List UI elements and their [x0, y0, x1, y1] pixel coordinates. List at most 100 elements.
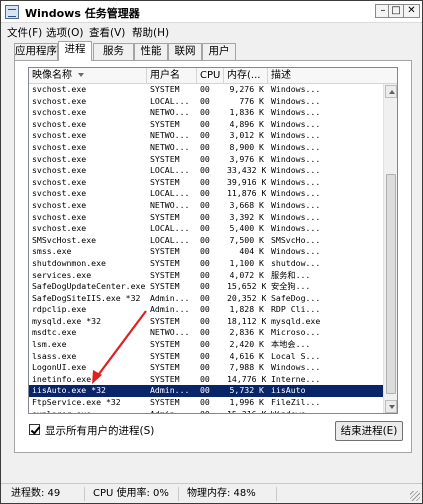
scrollbar-thumb[interactable] — [386, 174, 396, 394]
tab-applications[interactable]: 应用程序 — [14, 43, 58, 60]
process-row[interactable]: svchost.exe SYSTEM 00 4,896 K Windows... — [29, 119, 383, 131]
process-image-name: FtpService.exe *32 — [32, 397, 121, 408]
process-row[interactable]: mysqld.exe *32 SYSTEM 00 18,112 K mysqld.exe — [29, 316, 383, 328]
process-image-name: SafeDogUpdateCenter.exe — [32, 281, 146, 292]
resize-grip-icon[interactable] — [410, 491, 420, 501]
process-memory: 33,432 K — [227, 165, 266, 176]
process-row[interactable]: lsass.exe SYSTEM 00 4,616 K Local S... — [29, 351, 383, 363]
process-memory: 11,876 K — [227, 188, 266, 199]
process-row[interactable]: rdpclip.exe Admin... 00 1,828 K RDP Cli... — [29, 304, 383, 316]
process-row[interactable]: iisAuto.exe *32 Admin... 00 5,732 K iisAuto — [29, 385, 383, 398]
column-header-memory[interactable]: 内存(... — [224, 68, 268, 84]
process-user: SYSTEM — [150, 339, 180, 350]
process-image-name: svchost.exe — [32, 223, 87, 234]
column-header-user[interactable]: 用户名 — [147, 68, 197, 84]
process-cpu: 00 — [200, 397, 210, 408]
process-user: SYSTEM — [150, 269, 180, 280]
vertical-scrollbar[interactable] — [383, 84, 397, 413]
menu-view[interactable]: 查看(V) — [89, 25, 125, 40]
process-image-name: shutdownmon.exe — [32, 257, 106, 268]
process-memory: 20,352 K — [227, 292, 266, 303]
column-header-image-name[interactable]: 映像名称 — [29, 68, 147, 84]
tab-processes[interactable]: 进程 — [58, 41, 92, 61]
process-image-name: svchost.exe — [32, 107, 87, 118]
end-process-button[interactable]: 结束进程(E) — [335, 421, 403, 441]
process-row[interactable]: SafeDogUpdateCenter.exe SYSTEM 00 15,652 K 安… — [29, 281, 383, 293]
process-cpu: 00 — [200, 269, 210, 280]
process-row[interactable]: FtpService.exe *32 SYSTEM 00 1,996 K FileZil… — [29, 397, 383, 409]
process-row[interactable]: svchost.exe LOCAL... 00 11,876 K Windows... — [29, 188, 383, 200]
column-header-cpu[interactable]: CPU — [197, 68, 224, 84]
scroll-up-arrow-icon[interactable] — [385, 85, 397, 98]
process-memory: 1,100 K — [229, 257, 264, 268]
process-description: Windows... — [271, 199, 321, 210]
process-row[interactable]: shutdownmon.exe SYSTEM 00 1,100 K shutdow... — [29, 258, 383, 270]
process-user: SYSTEM — [150, 257, 180, 268]
process-row[interactable]: SafeDogSiteIIS.exe *32 Admin... 00 20,352 K… — [29, 293, 383, 305]
process-memory: 2,836 K — [229, 327, 264, 338]
process-list[interactable]: 映像名称 用户名 CPU 内存(... 描述 svchost.exe SYSTEM… — [28, 67, 398, 414]
process-user: NETWO... — [150, 199, 190, 210]
process-user: Admin... — [150, 385, 190, 396]
tab-networking[interactable]: 联网 — [168, 43, 202, 60]
process-user: SYSTEM — [150, 211, 180, 222]
process-image-name: svchost.exe — [32, 176, 87, 187]
process-row[interactable]: inetinfo.exe SYSTEM 00 14,776 K Interne... — [29, 374, 383, 386]
process-image-name: inetinfo.exe — [32, 373, 92, 384]
process-row[interactable]: svchost.exe SYSTEM 00 3,392 K Windows... — [29, 212, 383, 224]
process-memory: 18,112 K — [227, 315, 266, 326]
process-memory: 3,012 K — [229, 130, 264, 141]
process-row[interactable]: explorer.exe Admin... 00 15,316 K Windows... — [29, 409, 383, 413]
process-row[interactable]: smss.exe SYSTEM 00 404 K Windows... — [29, 246, 383, 258]
process-row[interactable]: services.exe SYSTEM 00 4,072 K 服务和... — [29, 270, 383, 282]
process-row[interactable]: svchost.exe LOCAL... 00 776 K Windows... — [29, 96, 383, 108]
process-row[interactable]: LogonUI.exe SYSTEM 00 7,988 K Windows... — [29, 362, 383, 374]
sort-descending-icon — [78, 73, 84, 77]
process-image-name: SMSvcHost.exe — [32, 234, 97, 245]
process-memory: 3,668 K — [229, 199, 264, 210]
process-cpu: 00 — [200, 165, 210, 176]
status-process-count: 进程数: 49 — [5, 487, 85, 501]
process-description: FileZil... — [271, 397, 321, 408]
task-manager-window: Windows 任务管理器 – □ ✕ 文件(F) 选项(O) 查看(V) 帮助… — [0, 0, 423, 504]
close-button[interactable]: ✕ — [403, 4, 420, 18]
process-image-name: svchost.exe — [32, 199, 87, 210]
process-row[interactable]: svchost.exe SYSTEM 00 39,916 K Windows... — [29, 177, 383, 189]
process-row[interactable]: svchost.exe NETWO... 00 1,836 K Windows... — [29, 107, 383, 119]
column-header-description[interactable]: 描述 — [268, 68, 397, 84]
show-all-users-label: 显示所有用户的进程(S) — [45, 425, 155, 437]
process-description: iisAuto — [271, 385, 306, 396]
scroll-down-arrow-icon[interactable] — [385, 400, 397, 413]
process-row[interactable]: svchost.exe NETWO... 00 3,668 K Windows... — [29, 200, 383, 212]
tab-performance[interactable]: 性能 — [134, 43, 168, 60]
process-row[interactable]: svchost.exe LOCAL... 00 33,432 K Windows... — [29, 165, 383, 177]
process-user: LOCAL... — [150, 223, 190, 234]
process-row[interactable]: svchost.exe NETWO... 00 8,900 K Windows... — [29, 142, 383, 154]
column-header-label: 映像名称 — [32, 70, 72, 81]
process-memory: 7,500 K — [229, 234, 264, 245]
menu-help[interactable]: 帮助(H) — [132, 25, 169, 40]
tab-users[interactable]: 用户 — [202, 43, 236, 60]
menu-options[interactable]: 选项(O) — [46, 25, 83, 40]
show-all-users-checkbox[interactable] — [29, 424, 40, 435]
menu-file[interactable]: 文件(F) — [7, 25, 42, 40]
process-row[interactable]: svchost.exe LOCAL... 00 5,400 K Windows... — [29, 223, 383, 235]
process-image-name: svchost.exe — [32, 118, 87, 129]
process-description: Windows... — [271, 130, 321, 141]
process-row[interactable]: svchost.exe NETWO... 00 3,012 K Windows... — [29, 130, 383, 142]
process-row[interactable]: lsm.exe SYSTEM 00 2,420 K 本地会... — [29, 339, 383, 351]
process-row[interactable]: svchost.exe SYSTEM 00 3,976 K Windows... — [29, 154, 383, 166]
process-memory: 5,400 K — [229, 223, 264, 234]
process-row[interactable]: msdtc.exe NETWO... 00 2,836 K Microso... — [29, 327, 383, 339]
process-image-name: svchost.exe — [32, 84, 87, 94]
maximize-button[interactable]: □ — [388, 4, 404, 18]
process-memory: 2,420 K — [229, 339, 264, 350]
tab-services[interactable]: 服务 — [93, 43, 134, 60]
process-row[interactable]: svchost.exe SYSTEM 00 9,276 K Windows... — [29, 84, 383, 96]
process-user: Admin... — [150, 304, 190, 315]
process-memory: 7,988 K — [229, 362, 264, 373]
process-row[interactable]: SMSvcHost.exe LOCAL... 00 7,500 K SMSvcHo... — [29, 235, 383, 247]
process-user: Admin... — [150, 292, 190, 303]
process-image-name: mysqld.exe *32 — [32, 315, 102, 326]
process-user: SYSTEM — [150, 397, 180, 408]
